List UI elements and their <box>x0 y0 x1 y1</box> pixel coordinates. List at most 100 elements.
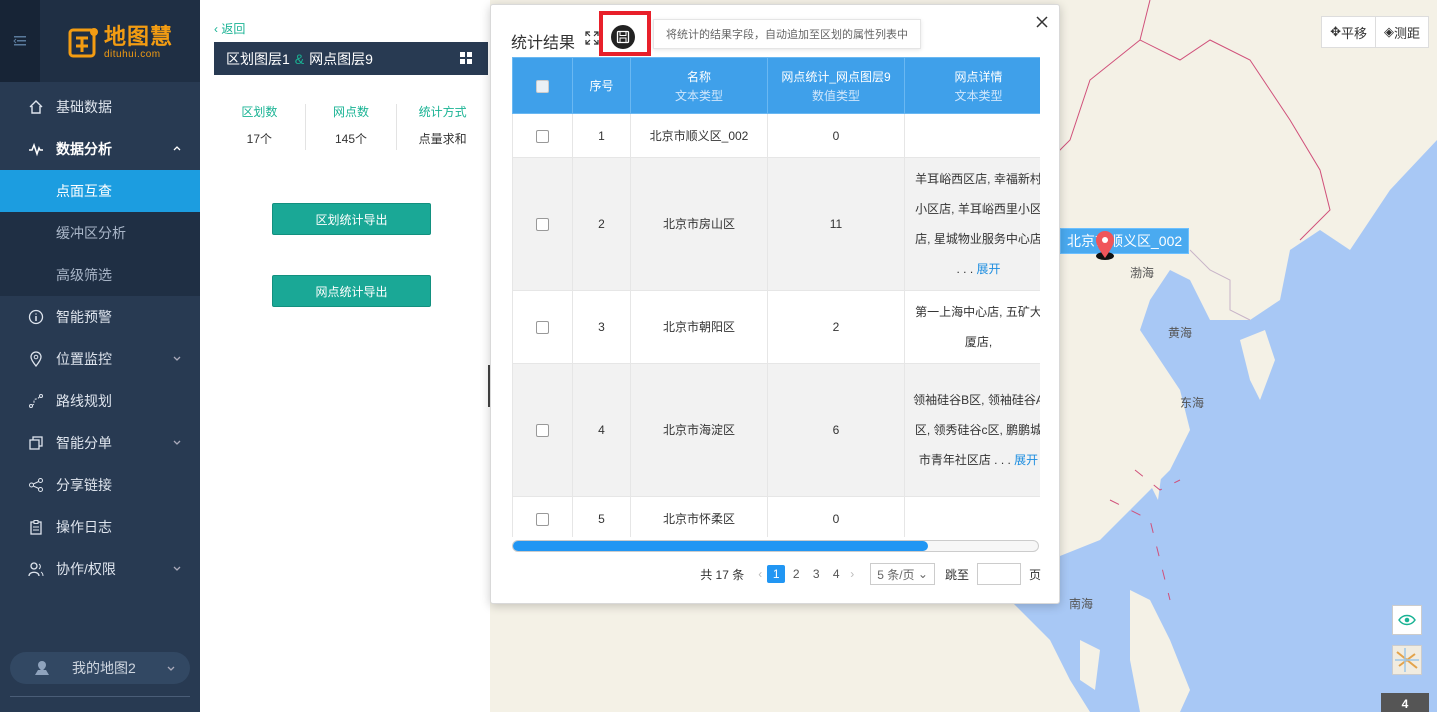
pan-tool-button[interactable]: ✥ 平移 <box>1322 16 1375 48</box>
stat-key: 统计方式 <box>418 105 467 119</box>
menu-toggle-button[interactable] <box>0 0 40 82</box>
select-all-cell <box>512 57 573 114</box>
menu-icon <box>13 36 26 46</box>
export-region-stats-button[interactable]: 区划统计导出 <box>272 203 431 235</box>
sidebar-subitem-point-area-query[interactable]: 点面互查 <box>0 170 200 212</box>
sea-label: 南海 <box>1069 597 1094 611</box>
prev-page-button[interactable]: ‹ <box>758 567 762 581</box>
pagination: 共 17 条 ‹ 1 2 3 4 › 5 条/页 ⌄ 跳至 页 <box>491 561 1061 587</box>
row-checkbox[interactable] <box>536 218 549 232</box>
detail-cell: 羊耳峪西区店, 幸福新村小区店, 羊耳峪西里小区店, 星城物业服务中心店 . .… <box>904 157 1040 291</box>
sidebar-item-label: 基础数据 <box>56 99 112 115</box>
chevron-down-icon <box>173 440 181 445</box>
row-checkbox[interactable] <box>536 321 549 335</box>
detail-cell <box>904 113 1040 158</box>
basemap-switch-button[interactable] <box>1392 645 1422 675</box>
sidebar-item-operation-log[interactable]: 操作日志 <box>0 506 200 548</box>
sidebar-item-smart-dispatch[interactable]: 智能分单 <box>0 422 200 464</box>
row-checkbox[interactable] <box>536 512 549 526</box>
stat-value: 17个 <box>246 132 273 146</box>
jump-page-input[interactable] <box>976 563 1021 585</box>
visibility-toggle-button[interactable] <box>1392 605 1422 635</box>
sidebar-subitem-buffer-analysis[interactable]: 缓冲区分析 <box>0 212 200 254</box>
row-checkbox[interactable] <box>536 129 549 143</box>
index-cell: 1 <box>572 113 631 158</box>
page-button-3[interactable]: 3 <box>807 565 825 583</box>
sidebar-item-share-link[interactable]: 分享链接 <box>0 464 200 506</box>
table-row: 5 北京市怀柔区 0 <box>512 496 1040 537</box>
stat-value: 145个 <box>334 132 368 146</box>
my-map-label: 我的地图2 <box>72 660 136 676</box>
jump-label: 跳至 <box>944 567 969 582</box>
expand-link[interactable]: 展开 <box>977 262 1001 276</box>
map-marker-label[interactable]: 北京市顺义区_002 <box>1060 228 1190 254</box>
name-cell: 北京市海淀区 <box>630 363 768 497</box>
sidebar-item-location-monitor[interactable]: 位置监控 <box>0 338 200 380</box>
row-select-cell <box>512 290 573 364</box>
brand-domain: dituhui.com <box>104 49 161 60</box>
export-point-stats-button[interactable]: 网点统计导出 <box>272 275 431 307</box>
sidebar-item-data-analysis[interactable]: 数据分析 <box>0 128 200 170</box>
detail-cell <box>904 496 1040 537</box>
sidebar-submenu: 点面互查 缓冲区分析 高级筛选 <box>0 170 200 296</box>
sidebar-item-route-planning[interactable]: 路线规划 <box>0 380 200 422</box>
count-cell: 11 <box>767 157 905 291</box>
copy-icon <box>28 435 44 451</box>
result-table-container[interactable]: 序号 名称 文本类型 网点统计_网点图层9 数值类型 网点详情 文本类型 1 北京市顺… <box>512 57 1040 537</box>
column-type: 文本类型 <box>674 88 723 103</box>
index-cell: 3 <box>572 290 631 364</box>
page-size-select[interactable]: 5 条/页 ⌄ <box>870 563 935 585</box>
route-icon <box>28 393 44 409</box>
select-all-checkbox[interactable] <box>536 79 549 93</box>
count-cell: 2 <box>767 290 905 364</box>
brand-logo[interactable]: 地图慧 dituhui.com <box>68 26 173 60</box>
name-cell: 北京市朝阳区 <box>630 290 768 364</box>
column-header: 网点详情 文本类型 <box>904 57 1040 114</box>
page-button-4[interactable]: 4 <box>827 565 845 583</box>
detail-cell: 第一上海中心店, 五矿大厦店, <box>904 290 1040 364</box>
sidebar-item-label: 位置监控 <box>56 351 112 367</box>
page-button-1[interactable]: 1 <box>767 565 786 583</box>
detail-text: 羊耳峪西区店, 幸福新村小区店, 羊耳峪西里小区店, 星城物业服务中心店 . .… <box>915 172 1040 276</box>
detail-cell: 领袖硅谷B区, 领袖硅谷A区, 领秀硅谷c区, 鹏鹏城市青年社区店 . . . … <box>904 363 1040 497</box>
scrollbar-thumb[interactable] <box>513 541 928 551</box>
back-label: 返回 <box>221 22 246 36</box>
name-cell: 北京市房山区 <box>630 157 768 291</box>
sidebar-subitem-advanced-filter[interactable]: 高级筛选 <box>0 254 200 296</box>
sidebar: 地图慧 dituhui.com 基础数据 数据分析 点面互查 缓冲区分析 高级筛… <box>0 0 200 712</box>
region-layer-name: 区划图层1 <box>226 50 290 67</box>
sidebar-item-basic-data[interactable]: 基础数据 <box>0 86 200 128</box>
back-link[interactable]: ‹ 返回 <box>214 20 245 37</box>
my-map-selector[interactable]: 我的地图2 <box>10 652 190 684</box>
next-page-button[interactable]: › <box>850 567 854 581</box>
stat-region-count: 区划数 17个 <box>214 104 306 150</box>
sidebar-item-label: 分享链接 <box>56 477 112 493</box>
map-pin-icon[interactable] <box>1094 230 1116 260</box>
page-unit-label: 页 <box>1028 567 1041 582</box>
ruler-icon: ◈ <box>1383 24 1394 39</box>
page-button-2[interactable]: 2 <box>787 565 805 583</box>
save-to-attributes-button[interactable] <box>611 25 635 49</box>
sidebar-item-smart-alert[interactable]: 智能预警 <box>0 296 200 338</box>
count-cell: 6 <box>767 363 905 497</box>
index-cell: 2 <box>572 157 631 291</box>
chevron-down-icon <box>167 666 175 671</box>
row-select-cell <box>512 363 573 497</box>
chevron-down-icon <box>173 566 181 571</box>
horizontal-scrollbar[interactable] <box>512 540 1039 552</box>
sidebar-item-label: 智能分单 <box>56 435 112 451</box>
sidebar-item-collab-permissions[interactable]: 协作/权限 <box>0 548 200 590</box>
close-icon[interactable] <box>1033 13 1051 31</box>
sidebar-item-label: 路线规划 <box>56 393 112 409</box>
row-checkbox[interactable] <box>536 424 549 438</box>
stat-point-count: 网点数 145个 <box>306 104 398 150</box>
expand-link[interactable]: 展开 <box>1014 453 1038 467</box>
grid-icon[interactable] <box>460 52 472 64</box>
fullscreen-icon[interactable] <box>585 31 599 45</box>
ampersand: & <box>294 50 305 67</box>
zoom-level-badge: 4 <box>1381 693 1429 712</box>
clipboard-icon <box>28 519 44 535</box>
stat-key: 区划数 <box>241 105 278 119</box>
measure-tool-button[interactable]: ◈ 测距 <box>1374 16 1428 48</box>
move-icon: ✥ <box>1330 24 1341 39</box>
